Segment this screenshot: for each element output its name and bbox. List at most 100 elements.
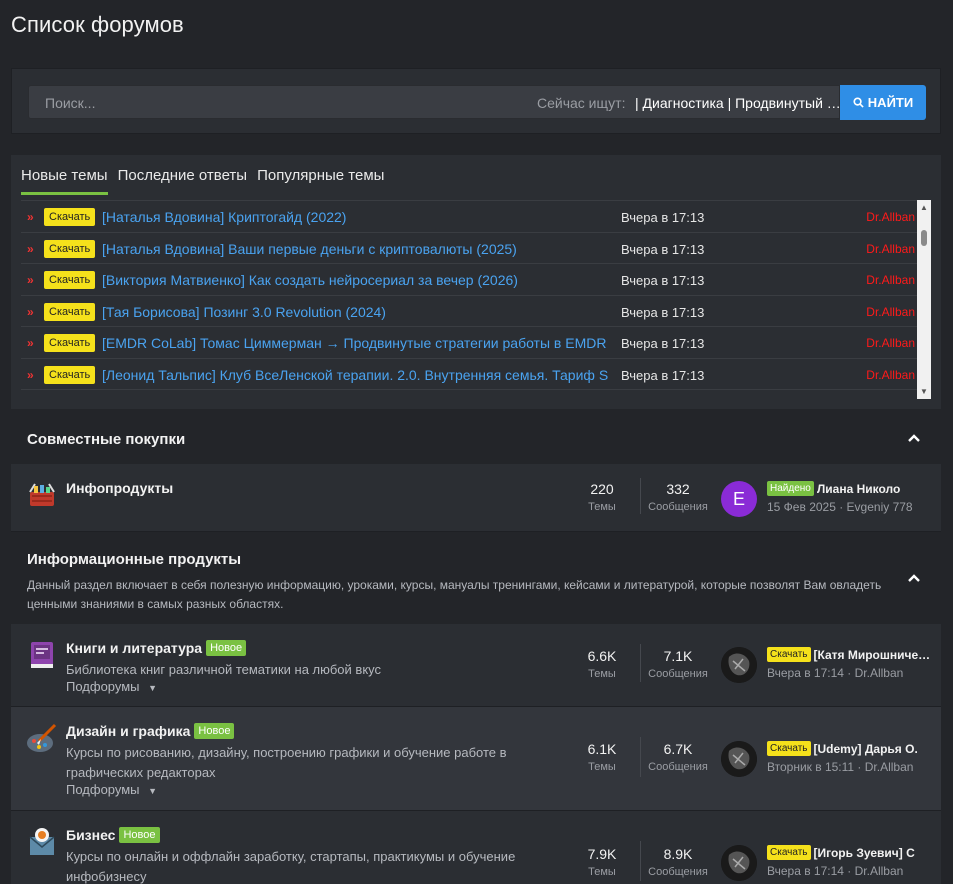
double-chevron-right-icon: » xyxy=(27,336,33,350)
forum-name[interactable]: Бизнес xyxy=(66,827,115,843)
posts-stat: 332 Сообщения xyxy=(648,481,708,513)
forum-row-design[interactable]: Дизайн и графика Новое Курсы по рисовани… xyxy=(11,707,941,811)
topic-user[interactable]: Dr.Allban xyxy=(866,305,915,319)
page-title: Список форумов xyxy=(11,12,184,37)
topic-list-scrollbar[interactable]: ▲ ▼ xyxy=(917,200,931,399)
forum-row-infoproducts[interactable]: Инфопродукты 220 Темы 332 Сообщения E На… xyxy=(11,464,941,532)
new-badge: Новое xyxy=(206,640,247,656)
topic-row[interactable]: » Скачать [Виктория Матвиенко] Как созда… xyxy=(21,264,917,296)
posts-stat: 6.7K Сообщения xyxy=(648,741,708,773)
download-badge: Скачать xyxy=(767,741,811,756)
posts-stat: 7.1K Сообщения xyxy=(648,648,708,680)
double-chevron-right-icon: » xyxy=(27,273,33,287)
topic-row[interactable]: » Скачать [Наталья Вдовина] Криптогайд (… xyxy=(21,201,917,233)
topic-row[interactable]: » Скачать [Наталья Вдовина] Ваши первые … xyxy=(21,233,917,264)
search-block: Поиск... Сейчас ищут: | Диагностика | Пр… xyxy=(11,68,941,134)
search-input[interactable]: Поиск... Сейчас ищут: | Диагностика | Пр… xyxy=(28,85,841,119)
search-now-label: Сейчас ищут: xyxy=(537,95,626,111)
category-title[interactable]: Совместные покупки xyxy=(27,431,185,448)
last-post-meta: Вчера в 17:14 · Dr.Allban xyxy=(767,666,904,680)
last-post-meta: Вчера в 17:14 · Dr.Allban xyxy=(767,864,904,878)
topic-tabs: Новые темы Последние ответы Популярные т… xyxy=(21,165,384,195)
search-button-label: НАЙТИ xyxy=(867,95,914,110)
topic-title[interactable]: [EMDR CoLab] Томас Циммерман → Продвинут… xyxy=(102,335,620,351)
found-badge: Найдено xyxy=(767,481,814,496)
download-badge: Скачать xyxy=(44,365,96,384)
topic-title[interactable]: [Наталья Вдовина] Криптогайд (2022) xyxy=(102,209,620,225)
shopping-basket-icon xyxy=(29,483,55,506)
scroll-thumb[interactable] xyxy=(921,230,927,246)
topics-block: Новые темы Последние ответы Популярные т… xyxy=(11,155,941,409)
download-badge: Скачать xyxy=(767,845,811,860)
download-badge: Скачать xyxy=(44,208,96,226)
forum-name[interactable]: Книги и литература xyxy=(66,640,202,656)
palette-brush-icon xyxy=(27,723,57,752)
topic-title[interactable]: [Леонид Тальпис] Клуб ВсеЛенской терапии… xyxy=(102,367,620,383)
download-badge: Скачать xyxy=(767,647,811,662)
double-chevron-right-icon: » xyxy=(27,367,33,382)
last-post-title[interactable]: [Udemy] Дарья О. xyxy=(814,742,918,756)
envelope-badge-icon xyxy=(29,828,55,855)
last-post-meta: 15 Фев 2025 · Evgeniy 778 xyxy=(767,500,913,514)
topic-title[interactable]: [Виктория Матвиенко] Как создать нейросе… xyxy=(102,272,620,288)
topic-title[interactable]: [Наталья Вдовина] Ваши первые деньги с к… xyxy=(102,241,620,257)
topics-stat: 6.6K Темы xyxy=(587,648,617,680)
chevron-up-icon[interactable] xyxy=(907,430,921,448)
stat-divider xyxy=(640,644,641,682)
topics-stat: 6.1K Темы xyxy=(587,741,617,773)
search-now-value[interactable]: | Диагностика | Продвинутый курс xyxy=(635,95,841,111)
avatar[interactable]: E xyxy=(721,481,757,517)
topic-user[interactable]: Dr.Allban xyxy=(866,242,915,256)
last-post-title[interactable]: [Игорь Зуевич] С xyxy=(814,846,915,860)
topic-title[interactable]: [Тая Борисова] Позинг 3.0 Revolution (20… xyxy=(102,304,620,320)
topic-row[interactable]: » Скачать [Тая Борисова] Позинг 3.0 Revo… xyxy=(21,296,917,327)
topic-user[interactable]: Dr.Allban xyxy=(866,273,915,287)
topic-row[interactable]: » Скачать [Леонид Тальпис] Клуб ВсеЛенск… xyxy=(21,359,917,390)
topic-row[interactable]: » Скачать [EMDR CoLab] Томас Циммерман →… xyxy=(21,327,917,359)
tab-popular-topics[interactable]: Популярные темы xyxy=(257,165,384,195)
avatar[interactable] xyxy=(721,741,757,777)
search-button[interactable]: НАЙТИ xyxy=(840,85,926,120)
forum-name[interactable]: Инфопродукты xyxy=(66,480,173,496)
forum-name[interactable]: Дизайн и графика xyxy=(66,723,190,739)
forum-row-books[interactable]: Книги и литература Новое Библиотека книг… xyxy=(11,624,941,707)
book-icon xyxy=(31,642,53,668)
topic-time: Вчера в 17:13 xyxy=(621,273,705,288)
last-post-meta: Вторник в 15:11 · Dr.Allban xyxy=(767,760,914,774)
subforums-toggle[interactable]: Подфорумы ▼ xyxy=(66,782,157,797)
category-title[interactable]: Информационные продукты xyxy=(27,551,241,568)
topic-user[interactable]: Dr.Allban xyxy=(866,210,915,224)
last-post-title[interactable]: [Катя Мирошниченко] xyxy=(814,648,938,662)
topic-time: Вчера в 17:13 xyxy=(621,304,705,320)
double-chevron-right-icon: » xyxy=(27,241,33,256)
chevron-up-icon[interactable] xyxy=(907,570,921,588)
forum-description: Курсы по онлайн и оффлайн заработку, ста… xyxy=(66,849,516,884)
topic-user[interactable]: Dr.Allban xyxy=(866,368,915,382)
avatar[interactable] xyxy=(721,647,757,683)
forum-row-business[interactable]: Бизнес Новое Курсы по онлайн и оффлайн з… xyxy=(11,811,941,884)
tab-new-topics[interactable]: Новые темы xyxy=(21,165,108,195)
download-badge: Скачать xyxy=(44,334,96,352)
subforums-toggle[interactable]: Подфорумы ▼ xyxy=(66,679,157,694)
search-placeholder: Поиск... xyxy=(45,95,96,111)
topic-time: Вчера в 17:13 xyxy=(621,367,705,383)
scroll-up-icon[interactable]: ▲ xyxy=(920,203,928,212)
category-header-joint-purchases: Совместные покупки xyxy=(11,420,941,464)
posts-stat: 8.9K Сообщения xyxy=(648,846,708,878)
new-badge: Новое xyxy=(194,723,235,739)
download-badge: Скачать xyxy=(44,302,96,321)
tab-latest-replies[interactable]: Последние ответы xyxy=(118,165,248,195)
forum-description: Библиотека книг различной тематики на лю… xyxy=(66,662,382,677)
topic-time: Вчера в 17:13 xyxy=(621,241,705,257)
stat-divider xyxy=(640,841,641,881)
topics-stat: 7.9K Темы xyxy=(587,846,617,878)
avatar[interactable] xyxy=(721,845,757,881)
last-post-title[interactable]: Лиана Николо xyxy=(817,482,900,496)
stat-divider xyxy=(640,478,641,514)
forum-description: Курсы по рисованию, дизайну, построению … xyxy=(66,745,507,780)
download-badge: Скачать xyxy=(44,271,96,289)
double-chevron-right-icon: » xyxy=(27,304,33,319)
download-badge: Скачать xyxy=(44,239,96,258)
scroll-down-icon[interactable]: ▼ xyxy=(920,387,928,396)
topic-user[interactable]: Dr.Allban xyxy=(866,336,915,350)
